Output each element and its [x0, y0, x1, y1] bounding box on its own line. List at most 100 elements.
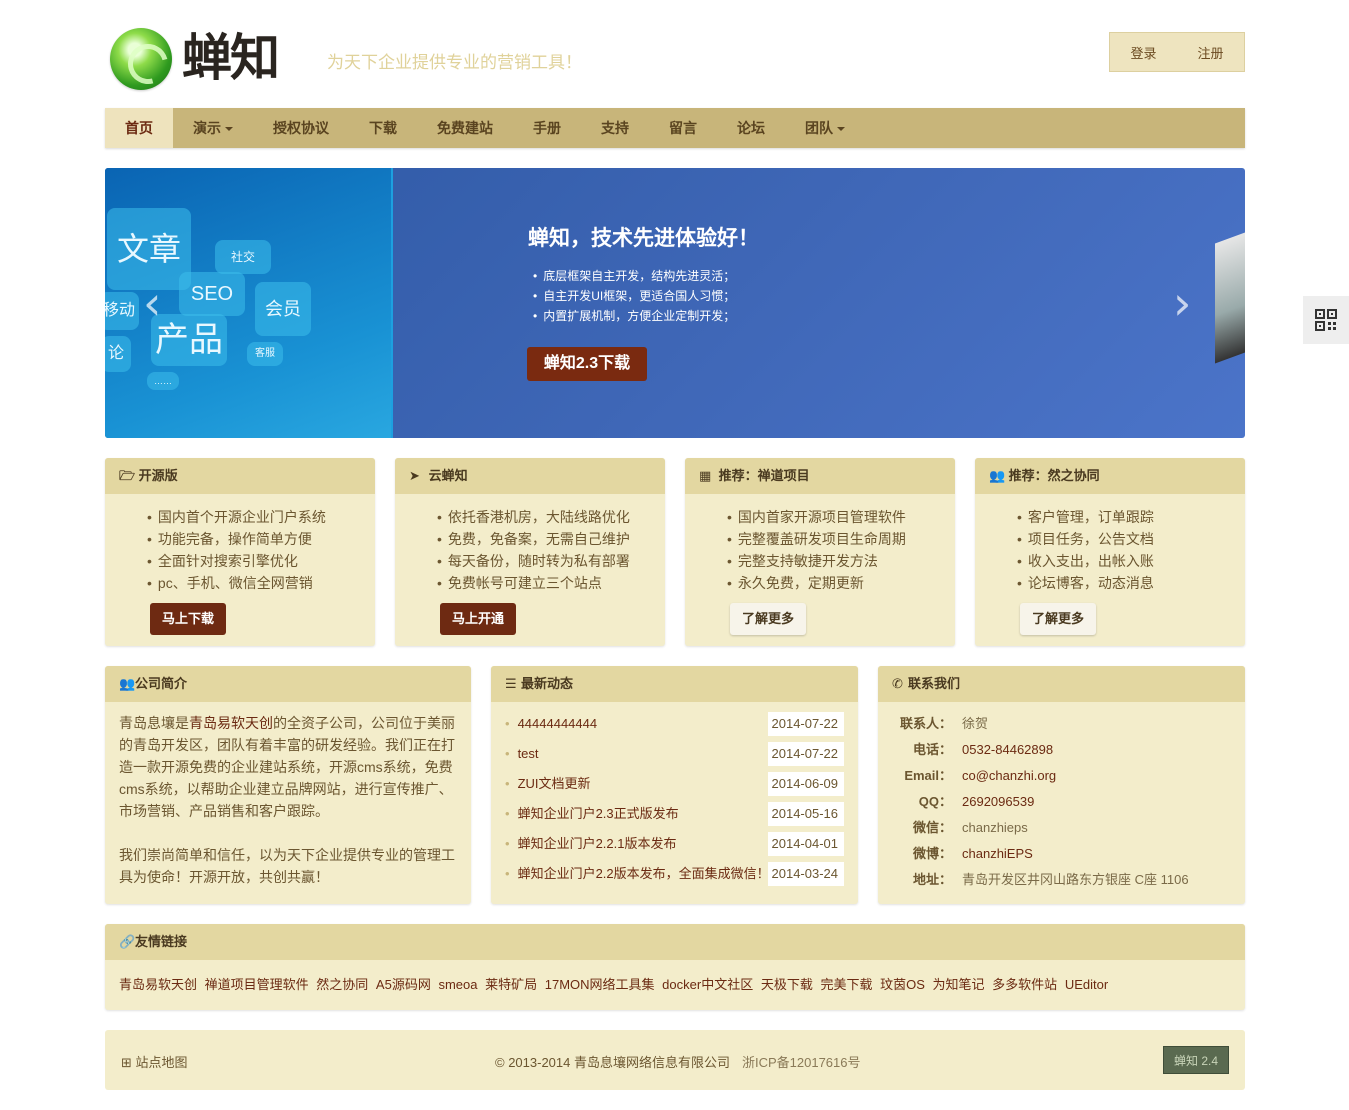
register-link[interactable]: 注册 — [1197, 43, 1223, 62]
friend-link[interactable]: docker中文社区 — [662, 977, 753, 992]
nav-item-forum[interactable]: 论坛 — [717, 108, 785, 148]
nav-item-license[interactable]: 授权协议 — [253, 108, 349, 148]
friend-link[interactable]: 莱特矿局 — [485, 977, 537, 992]
version-badge[interactable]: 蝉知 2.4 — [1163, 1046, 1229, 1074]
banner-tile: …… — [147, 372, 179, 390]
banner-tile: SEO — [179, 272, 245, 316]
friend-link[interactable]: A5源码网 — [376, 977, 431, 992]
news-date: 2014-03-24 — [768, 862, 844, 886]
nav-item-download[interactable]: 下载 — [349, 108, 417, 148]
news-item: 44444444444 2014-07-22 — [505, 712, 858, 744]
feature-panel-cloud: ➤ 云蝉知 依托香港机房，大陆线路优化 免费，免备案，无需自己维护 每天备份，随… — [395, 458, 665, 646]
logo-text[interactable]: 蝉知 — [182, 28, 280, 88]
nav-item-manual[interactable]: 手册 — [513, 108, 581, 148]
banner-tile: 社交 — [215, 240, 271, 274]
news-date: 2014-04-01 — [768, 832, 844, 856]
learn-more-button[interactable]: 了解更多 — [1020, 603, 1097, 635]
footer: ⊞ 站点地图 © 2013-2014 青岛息壤网络信息有限公司 浙ICP备1201… — [105, 1030, 1245, 1090]
banner-tile: 会员 — [255, 282, 311, 336]
list-item: 免费，免备案，无需自己维护 — [437, 528, 665, 550]
friend-link[interactable]: 完美下载 — [820, 977, 872, 992]
banner-bullets: 底层框架自主开发，结构先进灵活； 自主开发UI框架，更适合国人习惯； 内置扩展机… — [533, 266, 735, 326]
login-link[interactable]: 登录 — [1130, 43, 1156, 62]
learn-more-button[interactable]: 了解更多 — [730, 603, 807, 635]
sitemap-link[interactable]: ⊞ 站点地图 — [121, 1052, 188, 1071]
news-link[interactable]: 44444444444 — [518, 716, 598, 731]
news-link[interactable]: 蝉知企业门户2.2.1版本发布 — [518, 836, 677, 851]
list-item: 论坛博客，动态消息 — [1017, 572, 1245, 594]
caret-down-icon — [837, 127, 845, 132]
banner-tile: 论 — [105, 336, 131, 372]
list-item: 项目任务，公告文档 — [1017, 528, 1245, 550]
caret-down-icon — [225, 127, 233, 132]
folder-open-icon: 🗁 — [119, 468, 136, 483]
contact-wechat: chanzhieps — [962, 820, 1028, 835]
friend-link[interactable]: smeoa — [438, 977, 477, 992]
nav-item-support[interactable]: 支持 — [581, 108, 649, 148]
panel-title: 最新动态 — [521, 676, 574, 691]
friend-link[interactable]: 玟茵OS — [880, 977, 925, 992]
sitemap-icon: ⊞ — [121, 1055, 132, 1070]
panel-title: 公司简介 — [135, 676, 188, 691]
contact-row: QQ： 2692096539 — [918, 794, 1035, 809]
copyright: © 2013-2014 青岛息壤网络信息有限公司 浙ICP备12017616号 — [495, 1055, 861, 1070]
contact-weibo-link[interactable]: chanzhiEPS — [962, 846, 1033, 861]
friend-link[interactable]: 为知笔记 — [933, 977, 985, 992]
banner-bullet: 底层框架自主开发，结构先进灵活； — [533, 266, 735, 286]
news-date: 2014-07-22 — [768, 712, 844, 736]
banner-carousel: 文章 社交 SEO 移动 会员 产品 客服 论 …… ‹ › 蝉知，技术先进体验… — [105, 168, 1245, 438]
product-box-image — [1215, 232, 1245, 364]
contact-row: 地址： 青岛开发区井冈山路东方银座 C座 1106 — [912, 872, 1189, 887]
auth-box: 登录 注册 — [1109, 32, 1245, 72]
friend-link[interactable]: 天极下载 — [761, 977, 813, 992]
friend-link[interactable]: 多多软件站 — [992, 977, 1057, 992]
banner-download-button[interactable]: 蝉知2.3下载 — [527, 347, 647, 381]
news-link[interactable]: test — [518, 746, 539, 761]
feature-panel-ranzhi: 👥 推荐：然之协同 客户管理，订单跟踪 项目任务，公告文档 收入支出，出帐入账 … — [975, 458, 1245, 646]
open-now-button[interactable]: 马上开通 — [440, 603, 517, 635]
feature-panel-opensource: 🗁 开源版 国内首个开源企业门户系统 功能完备，操作简单方便 全面针对搜索引擎优… — [105, 458, 375, 646]
icp-link[interactable]: 浙ICP备12017616号 — [742, 1055, 861, 1070]
panel-title: 联系我们 — [908, 676, 961, 691]
contact-row: 微博： chanzhiEPS — [912, 846, 1033, 861]
banner-tile: 客服 — [247, 342, 283, 366]
banner-title: 蝉知，技术先进体验好！ — [528, 225, 759, 250]
feature-panel-zentao: ▦ 推荐：禅道项目 国内首家开源项目管理软件 完整覆盖研发项目生命周期 完整支持… — [685, 458, 955, 646]
friend-link[interactable]: UEditor — [1065, 977, 1108, 992]
qrcode-button[interactable] — [1303, 296, 1349, 344]
banner-tile: 产品 — [151, 314, 227, 366]
phone-icon: ✆ — [892, 676, 903, 691]
news-link[interactable]: ZUI文档更新 — [518, 776, 591, 791]
carousel-next-icon[interactable]: › — [1173, 276, 1191, 330]
news-date: 2014-07-22 — [768, 742, 844, 766]
grid-icon: ▦ — [699, 468, 712, 483]
logo-icon[interactable] — [110, 28, 172, 90]
nav-item-home[interactable]: 首页 — [105, 108, 173, 148]
link-icon: 🔗 — [119, 934, 136, 949]
nav-item-message[interactable]: 留言 — [649, 108, 717, 148]
friend-link[interactable]: 禅道项目管理软件 — [205, 977, 309, 992]
contact-email-link[interactable]: co@chanzhi.org — [962, 768, 1056, 783]
panel-title: 推荐：然之协同 — [1008, 468, 1100, 483]
banner-bullet: 自主开发UI框架，更适合国人习惯； — [533, 286, 735, 306]
news-link[interactable]: 蝉知企业门户2.3正式版发布 — [518, 806, 679, 821]
friend-link[interactable]: 青岛易软天创 — [119, 977, 197, 992]
download-now-button[interactable]: 马上下载 — [150, 603, 227, 635]
contact-row: Email： co@chanzhi.org — [904, 768, 1057, 783]
friend-link[interactable]: 17MON网络工具集 — [545, 977, 655, 992]
company-link[interactable]: 青岛易软天创 — [189, 715, 273, 731]
list-item: 免费帐号可建立三个站点 — [437, 572, 665, 594]
carousel-prev-icon[interactable]: ‹ — [143, 276, 161, 330]
nav-item-demo[interactable]: 演示 — [173, 108, 253, 148]
news-item: 蝉知企业门户2.2.1版本发布 2014-04-01 — [505, 832, 858, 864]
contact-phone-link[interactable]: 0532-84462898 — [962, 742, 1053, 757]
main-nav: 首页 演示 授权协议 下载 免费建站 手册 支持 留言 论坛 团队 — [105, 108, 1245, 148]
nav-item-free-site[interactable]: 免费建站 — [417, 108, 513, 148]
contact-qq-link[interactable]: 2692096539 — [962, 794, 1034, 809]
nav-item-team[interactable]: 团队 — [785, 108, 865, 148]
friend-link[interactable]: 然之协同 — [316, 977, 368, 992]
contact-name: 徐贺 — [962, 716, 989, 731]
about-paragraph: 青岛息壤是青岛易软天创的全资子公司，公司位于美丽的青岛开发区，团队有着丰富的研发… — [119, 715, 455, 819]
news-link[interactable]: 蝉知企业门户2.2版本发布，全面集成微信！ — [518, 866, 770, 881]
list-item: 功能完备，操作简单方便 — [147, 528, 375, 550]
